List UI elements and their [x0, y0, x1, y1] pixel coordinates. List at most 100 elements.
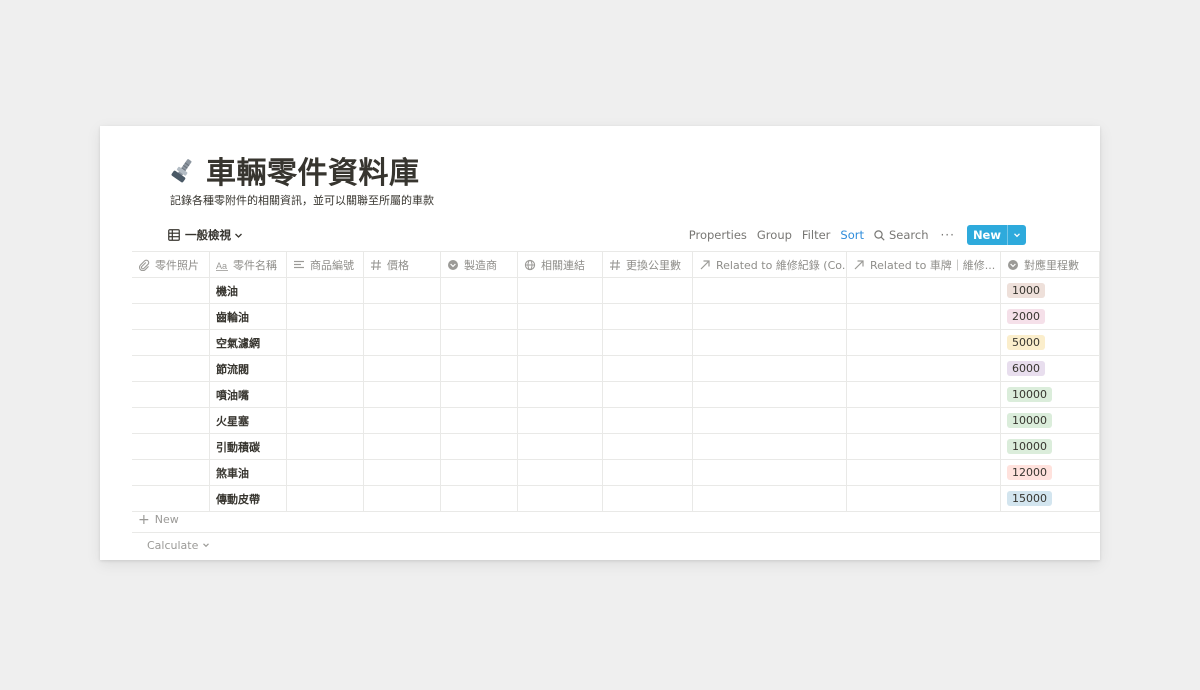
mileage-cell[interactable]: 5000	[1001, 330, 1100, 355]
new-record-dropdown[interactable]	[1007, 225, 1026, 245]
table-row[interactable]: 機油 1000	[132, 278, 1100, 304]
mileage-cell[interactable]: 2000	[1001, 304, 1100, 329]
empty-cell[interactable]	[132, 278, 210, 303]
empty-cell[interactable]	[603, 382, 693, 407]
empty-cell[interactable]	[132, 304, 210, 329]
empty-cell[interactable]	[518, 330, 603, 355]
empty-cell[interactable]	[603, 278, 693, 303]
empty-cell[interactable]	[847, 330, 1001, 355]
empty-cell[interactable]	[287, 408, 364, 433]
empty-cell[interactable]	[287, 434, 364, 459]
properties-button[interactable]: Properties	[689, 228, 747, 242]
empty-cell[interactable]	[364, 382, 441, 407]
empty-cell[interactable]	[441, 356, 518, 381]
empty-cell[interactable]	[847, 356, 1001, 381]
empty-cell[interactable]	[441, 382, 518, 407]
view-selector[interactable]: 一般檢視	[168, 227, 248, 243]
empty-cell[interactable]	[287, 304, 364, 329]
empty-cell[interactable]	[441, 330, 518, 355]
empty-cell[interactable]	[287, 356, 364, 381]
empty-cell[interactable]	[132, 330, 210, 355]
table-row[interactable]: 齒輪油 2000	[132, 304, 1100, 330]
empty-cell[interactable]	[364, 356, 441, 381]
sort-button[interactable]: Sort	[840, 228, 864, 242]
empty-cell[interactable]	[603, 460, 693, 485]
part-name-cell[interactable]: 空氣濾網	[210, 330, 287, 355]
empty-cell[interactable]	[441, 304, 518, 329]
group-button[interactable]: Group	[757, 228, 792, 242]
empty-cell[interactable]	[287, 330, 364, 355]
empty-cell[interactable]	[693, 330, 847, 355]
empty-cell[interactable]	[132, 408, 210, 433]
empty-cell[interactable]	[287, 382, 364, 407]
column-header[interactable]: 製造商	[441, 252, 518, 277]
empty-cell[interactable]	[132, 382, 210, 407]
column-header[interactable]: 零件照片	[132, 252, 210, 277]
empty-cell[interactable]	[693, 304, 847, 329]
empty-cell[interactable]	[847, 304, 1001, 329]
empty-cell[interactable]	[132, 460, 210, 485]
search-button[interactable]: Search	[874, 228, 928, 242]
part-name-cell[interactable]: 煞車油	[210, 460, 287, 485]
column-header[interactable]: 價格	[364, 252, 441, 277]
mileage-cell[interactable]: 6000	[1001, 356, 1100, 381]
empty-cell[interactable]	[287, 278, 364, 303]
empty-cell[interactable]	[364, 330, 441, 355]
calculate-button[interactable]: Calculate	[147, 535, 210, 555]
empty-cell[interactable]	[693, 460, 847, 485]
column-header[interactable]: Aa 零件名稱	[210, 252, 287, 277]
empty-cell[interactable]	[847, 408, 1001, 433]
empty-cell[interactable]	[518, 434, 603, 459]
table-row[interactable]: 節流閥 6000	[132, 356, 1100, 382]
empty-cell[interactable]	[693, 434, 847, 459]
new-record-button[interactable]: New	[967, 225, 1007, 245]
empty-cell[interactable]	[693, 408, 847, 433]
empty-cell[interactable]	[603, 408, 693, 433]
nut-and-bolt-icon[interactable]	[168, 155, 198, 185]
empty-cell[interactable]	[441, 434, 518, 459]
page-description[interactable]: 記錄各種零附件的相關資訊，並可以關聯至所屬的車款	[170, 192, 434, 208]
empty-cell[interactable]	[847, 382, 1001, 407]
empty-cell[interactable]	[364, 408, 441, 433]
part-name-cell[interactable]: 火星塞	[210, 408, 287, 433]
filter-button[interactable]: Filter	[802, 228, 830, 242]
empty-cell[interactable]	[518, 460, 603, 485]
empty-cell[interactable]	[693, 278, 847, 303]
page-title[interactable]: 車輛零件資料庫	[206, 148, 420, 192]
empty-cell[interactable]	[518, 304, 603, 329]
empty-cell[interactable]	[441, 460, 518, 485]
empty-cell[interactable]	[364, 460, 441, 485]
column-header[interactable]: 相關連結	[518, 252, 603, 277]
empty-cell[interactable]	[518, 278, 603, 303]
column-header[interactable]: 對應里程數	[1001, 252, 1100, 277]
mileage-cell[interactable]: 12000	[1001, 460, 1100, 485]
empty-cell[interactable]	[518, 408, 603, 433]
empty-cell[interactable]	[847, 278, 1001, 303]
column-header[interactable]: Related to 維修紀錄 (Co...	[693, 252, 847, 277]
part-name-cell[interactable]: 引動積碳	[210, 434, 287, 459]
empty-cell[interactable]	[847, 460, 1001, 485]
column-header[interactable]: Related to 車牌｜維修...	[847, 252, 1001, 277]
empty-cell[interactable]	[518, 356, 603, 381]
empty-cell[interactable]	[364, 278, 441, 303]
empty-cell[interactable]	[364, 434, 441, 459]
empty-cell[interactable]	[441, 408, 518, 433]
empty-cell[interactable]	[603, 356, 693, 381]
empty-cell[interactable]	[847, 434, 1001, 459]
column-header[interactable]: 更換公里數	[603, 252, 693, 277]
mileage-cell[interactable]: 10000	[1001, 408, 1100, 433]
part-name-cell[interactable]: 齒輪油	[210, 304, 287, 329]
mileage-cell[interactable]: 10000	[1001, 382, 1100, 407]
table-row[interactable]: 噴油嘴 10000	[132, 382, 1100, 408]
part-name-cell[interactable]: 機油	[210, 278, 287, 303]
table-row[interactable]: 火星塞 10000	[132, 408, 1100, 434]
table-row[interactable]: 引動積碳 10000	[132, 434, 1100, 460]
empty-cell[interactable]	[132, 434, 210, 459]
table-row[interactable]: 煞車油 12000	[132, 460, 1100, 486]
part-name-cell[interactable]: 節流閥	[210, 356, 287, 381]
table-row[interactable]: 空氣濾網 5000	[132, 330, 1100, 356]
empty-cell[interactable]	[603, 304, 693, 329]
add-row-button[interactable]: + New	[132, 507, 1100, 533]
empty-cell[interactable]	[693, 356, 847, 381]
column-header[interactable]: 商品編號	[287, 252, 364, 277]
